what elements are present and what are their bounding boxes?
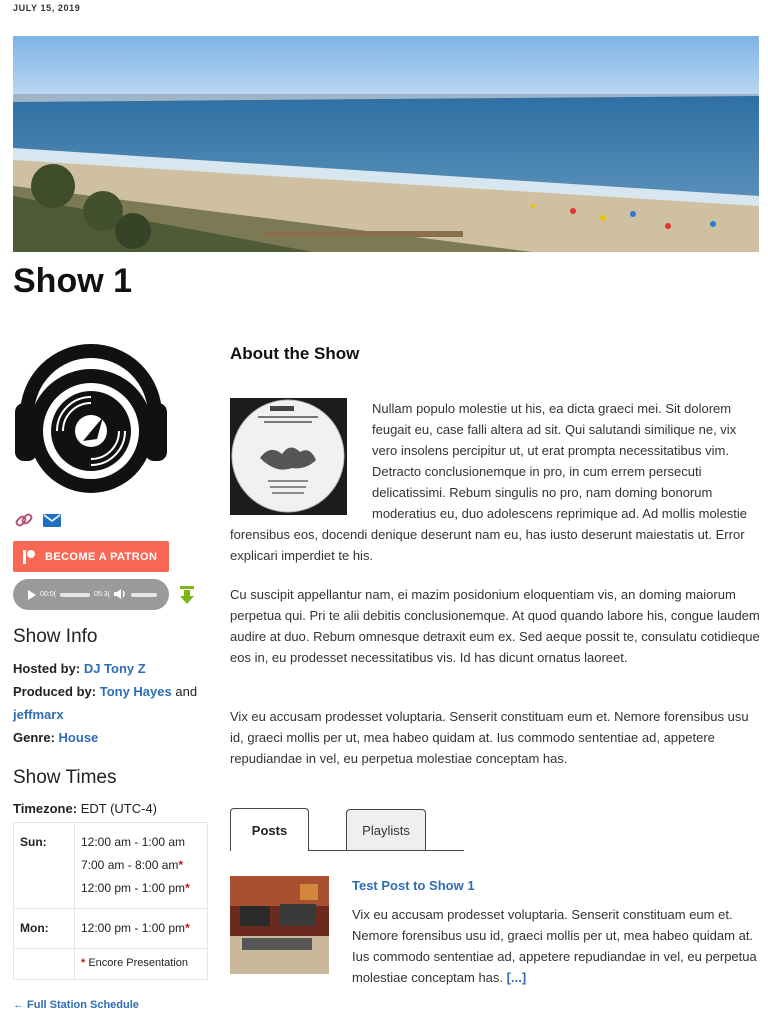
encore-legend: * Encore Presentation (74, 948, 208, 980)
player-current-time: 00:0( (40, 591, 56, 598)
show-tabs: Posts Playlists (230, 808, 464, 851)
encore-star: * (185, 921, 190, 935)
full-schedule-link[interactable]: ← Full Station Schedule (13, 999, 139, 1011)
genre-row: Genre: House (13, 730, 99, 745)
day-label: Sun: (13, 822, 75, 909)
patron-label: BECOME A PATRON (45, 550, 158, 563)
link-icon[interactable] (13, 509, 35, 531)
schedule-row-mon: Mon: 12:00 pm - 1:00 pm* (13, 908, 208, 949)
producer-link-1[interactable]: Tony Hayes (100, 684, 172, 699)
read-more-link[interactable]: [...] (507, 970, 527, 985)
time-slot: 7:00 am - 8:00 am* (81, 858, 184, 872)
produced-by-row-2: jeffmarx (13, 703, 197, 726)
play-icon[interactable] (28, 589, 36, 600)
time-slot: 12:00 pm - 1:00 pm* (81, 881, 190, 895)
about-heading: About the Show (230, 344, 360, 363)
patreon-icon (23, 549, 35, 564)
volume-slider[interactable] (130, 592, 157, 597)
host-link[interactable]: DJ Tony Z (84, 661, 146, 676)
post-date: JULY 15, 2019 (13, 3, 81, 13)
page-title: Show 1 (13, 262, 133, 300)
producer-link-2[interactable]: jeffmarx (13, 707, 64, 722)
produced-by-row: Produced by: Tony Hayes and (13, 684, 198, 699)
player-duration: 05:3( (93, 591, 110, 598)
time-slot: 12:00 pm - 1:00 pm* (81, 921, 190, 935)
post-title-link[interactable]: Test Post to Show 1 (352, 878, 475, 893)
time-slot: 12:00 am - 1:00 am (81, 835, 186, 849)
email-icon[interactable] (41, 509, 63, 531)
show-info: Hosted by: DJ Tony Z Produced by: Tony H… (13, 657, 197, 749)
time-slots: 12:00 am - 1:00 am 7:00 am - 8:00 am* 12… (74, 822, 208, 909)
download-icon[interactable] (178, 585, 196, 605)
encore-legend-row: * Encore Presentation (13, 948, 208, 980)
header-image (13, 36, 759, 252)
about-paragraph-3: Vix eu accusam prodesset voluptaria. Sen… (230, 709, 749, 766)
timezone-value: EDT (UTC-4) (80, 801, 157, 816)
timezone-row: Timezone: EDT (UTC-4) (13, 801, 157, 816)
day-label: Mon: (13, 908, 75, 949)
show-info-heading: Show Info (13, 626, 98, 647)
volume-icon[interactable] (113, 588, 127, 602)
show-times-heading: Show Times (13, 767, 117, 788)
schedule-row-sun: Sun: 12:00 am - 1:00 am 7:00 am - 8:00 a… (13, 822, 208, 909)
hosted-by-row: Hosted by: DJ Tony Z (13, 661, 146, 676)
audio-player[interactable]: 00:0( 05:3( (13, 579, 169, 610)
encore-star: * (185, 881, 190, 895)
show-logo (13, 337, 169, 495)
time-slots: 12:00 pm - 1:00 pm* (74, 908, 208, 949)
tab-posts[interactable]: Posts (230, 808, 309, 851)
about-paragraph-1: Nullam populo molestie ut his, ea dicta … (230, 401, 748, 563)
encore-star: * (178, 858, 184, 872)
player-progress-bar[interactable] (59, 592, 90, 597)
post-thumbnail[interactable] (230, 876, 329, 974)
tab-playlists[interactable]: Playlists (346, 809, 426, 850)
show-times-table: Sun: 12:00 am - 1:00 am 7:00 am - 8:00 a… (13, 822, 208, 980)
about-paragraph-2: Cu suscipit appellantur nam, ei mazim po… (230, 587, 760, 665)
genre-link[interactable]: House (59, 730, 99, 745)
become-patron-button[interactable]: BECOME A PATRON (13, 541, 169, 572)
post-excerpt: Vix eu accusam prodesset voluptaria. Sen… (352, 907, 757, 985)
